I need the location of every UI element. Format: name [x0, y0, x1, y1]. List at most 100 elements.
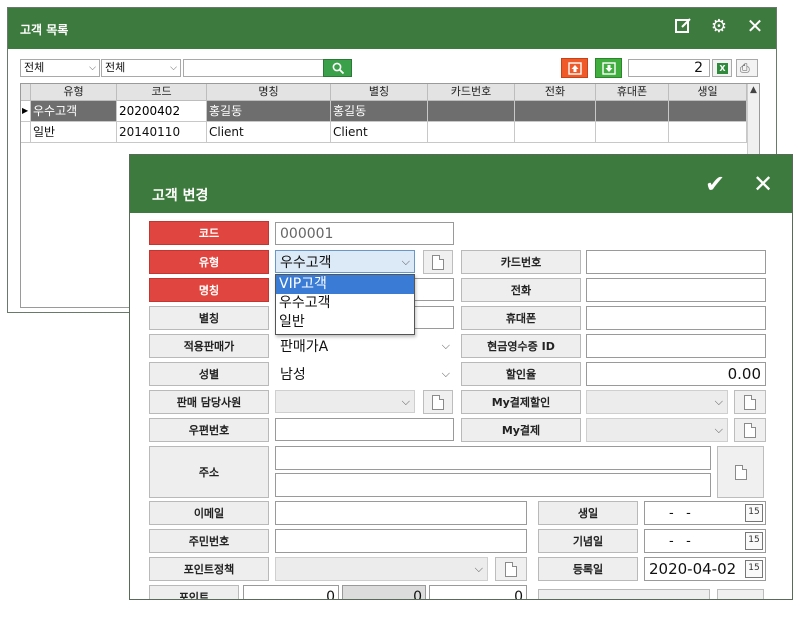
filter-select-2[interactable]: 전체 ⌵: [101, 59, 181, 77]
type-option[interactable]: 우수고객: [276, 294, 414, 313]
chevron-down-icon: ⌵: [714, 395, 723, 408]
type-option[interactable]: 일반: [276, 313, 414, 332]
my-payment-manage-button[interactable]: [734, 418, 766, 442]
excel-button[interactable]: X: [712, 59, 732, 77]
table-cell: [515, 101, 596, 122]
sale-price-select[interactable]: 판매가A ⌵: [275, 334, 455, 357]
my-payment-select[interactable]: ⌵: [586, 418, 728, 442]
my-payment-label: My결제: [461, 418, 581, 442]
document-icon: [432, 394, 444, 410]
point-policy-label: 포인트정책: [149, 557, 269, 581]
chevron-down-icon: ⌵: [170, 63, 177, 73]
point-field-3[interactable]: 0: [429, 585, 527, 599]
mobile-field[interactable]: [586, 306, 766, 330]
print-button[interactable]: ⎙: [736, 59, 758, 77]
calendar-icon[interactable]: 15: [745, 560, 763, 578]
list-title: 고객 목록: [20, 23, 69, 37]
code-label: 코드: [149, 221, 269, 245]
type-select[interactable]: 우수고객 ⌵: [275, 250, 415, 273]
sales-rep-manage-button[interactable]: [423, 390, 453, 414]
my-discount-manage-button[interactable]: [734, 390, 766, 414]
column-header[interactable]: 코드: [117, 84, 207, 101]
address-search-button[interactable]: [717, 446, 764, 498]
birthday-label: 생일: [538, 501, 638, 525]
column-header[interactable]: 생일: [669, 84, 747, 101]
cash-receipt-field[interactable]: [586, 334, 766, 358]
upload-button[interactable]: [561, 58, 588, 78]
grid-header: 유형 코드 명칭 별칭 카드번호 전화 휴대폰 생일: [21, 84, 759, 101]
grid-header-rowmarker: [21, 84, 31, 101]
reg-date-field[interactable]: 2020-04-02 15: [644, 557, 766, 581]
search-input[interactable]: [183, 59, 324, 77]
table-cell: 홍길동: [207, 101, 331, 122]
chevron-down-icon: ⌵: [89, 63, 96, 73]
column-header[interactable]: 전화: [515, 84, 596, 101]
confirm-check-icon[interactable]: ✔: [702, 171, 728, 197]
resident-no-label: 주민번호: [149, 529, 269, 553]
sales-rep-select[interactable]: ⌵: [275, 390, 415, 413]
gender-select[interactable]: 남성 ⌵: [275, 362, 455, 385]
card-no-field[interactable]: [586, 250, 766, 274]
bottom-manage-button[interactable]: [717, 589, 764, 599]
table-cell: 홍길동: [331, 101, 428, 122]
column-header[interactable]: 유형: [31, 84, 117, 101]
document-icon: [744, 394, 756, 410]
email-label: 이메일: [149, 501, 269, 525]
table-cell: 우수고객: [31, 101, 117, 122]
card-no-label: 카드번호: [461, 250, 581, 274]
edit-icon[interactable]: [672, 16, 694, 38]
gear-icon[interactable]: ⚙: [708, 16, 730, 38]
chevron-down-icon: ⌵: [441, 366, 450, 380]
close-icon[interactable]: ✕: [750, 171, 776, 197]
discount-rate-label: 할인율: [461, 362, 581, 386]
row-marker: [21, 122, 31, 143]
postal-field[interactable]: [275, 418, 454, 441]
calendar-icon[interactable]: 15: [745, 504, 763, 522]
chevron-down-icon: ⌵: [441, 338, 450, 352]
postal-label: 우편번호: [149, 418, 269, 442]
resident-no-field[interactable]: [275, 529, 527, 553]
column-header[interactable]: 휴대폰: [596, 84, 669, 101]
table-row[interactable]: 일반 20140110 Client Client: [21, 122, 747, 143]
column-header[interactable]: 별칭: [331, 84, 428, 101]
column-header[interactable]: 카드번호: [428, 84, 515, 101]
point-policy-manage-button[interactable]: [495, 557, 527, 581]
partial-button-bottom[interactable]: [538, 589, 710, 599]
document-icon: [432, 254, 444, 270]
chevron-down-icon: ⌵: [714, 423, 723, 436]
phone-field[interactable]: [586, 278, 766, 302]
close-icon[interactable]: ✕: [744, 15, 766, 37]
row-marker-icon: ▶: [21, 101, 31, 122]
table-cell: [596, 122, 669, 143]
anniversary-field[interactable]: - - 15: [644, 529, 766, 553]
filter-select-1[interactable]: 전체 ⌵: [20, 59, 100, 77]
search-button[interactable]: [323, 59, 352, 77]
point-policy-select[interactable]: ⌵: [275, 557, 488, 581]
sale-price-label: 적용판매가: [149, 334, 269, 358]
type-manage-button[interactable]: [423, 250, 453, 274]
address-line2-field[interactable]: [275, 473, 711, 497]
reg-date-label: 등록일: [538, 557, 638, 581]
address-line1-field[interactable]: [275, 446, 711, 470]
table-cell: [428, 122, 515, 143]
gender-label: 성별: [149, 362, 269, 386]
scroll-up-icon[interactable]: ▲: [750, 85, 757, 95]
discount-rate-field[interactable]: 0.00: [586, 362, 766, 386]
type-option[interactable]: VIP고객: [276, 275, 414, 294]
code-field[interactable]: 000001: [275, 222, 454, 245]
table-cell: 일반: [31, 122, 117, 143]
point-field-1[interactable]: 0: [243, 585, 339, 599]
birthday-field[interactable]: - - 15: [644, 501, 766, 525]
calendar-icon[interactable]: 15: [745, 532, 763, 550]
chevron-down-icon: ⌵: [401, 254, 410, 268]
download-button[interactable]: [595, 58, 622, 78]
sales-rep-label: 판매 담당사원: [149, 390, 269, 414]
email-field[interactable]: [275, 501, 527, 525]
my-discount-select[interactable]: ⌵: [586, 390, 728, 414]
table-cell: Client: [331, 122, 428, 143]
alias-label: 별칭: [149, 306, 269, 330]
download-icon: [602, 62, 616, 75]
table-row[interactable]: ▶ 우수고객 20200402 홍길동 홍길동: [21, 101, 747, 122]
column-header[interactable]: 명칭: [207, 84, 331, 101]
cash-receipt-label: 현금영수증 ID: [461, 334, 581, 358]
